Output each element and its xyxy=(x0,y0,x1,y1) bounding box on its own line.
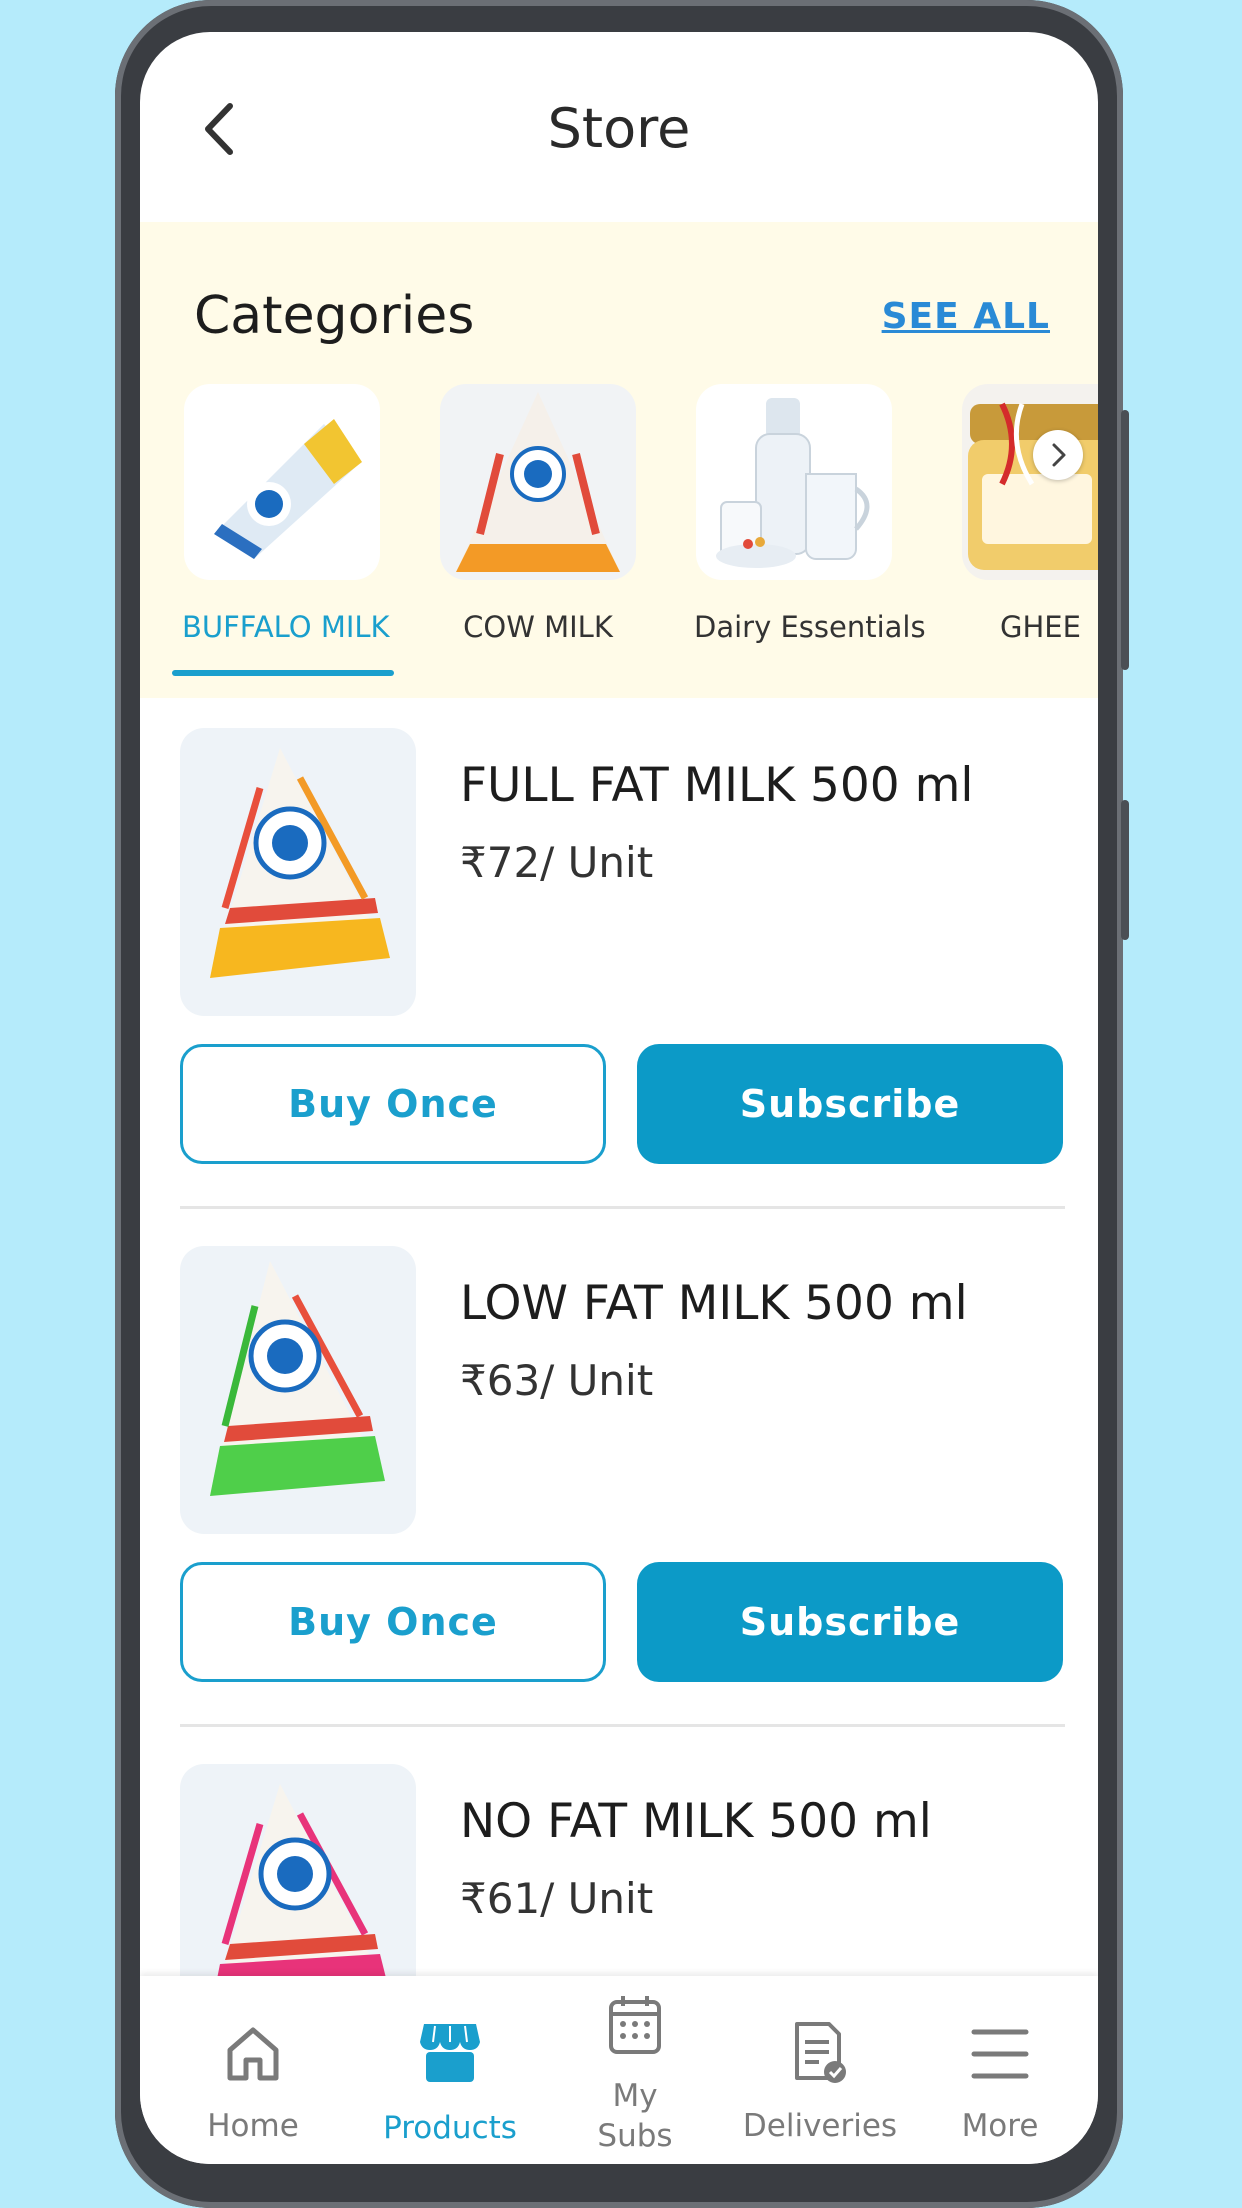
home-icon xyxy=(227,2027,279,2081)
product-price: ₹61/ Unit xyxy=(460,1874,654,1923)
store-icon xyxy=(420,2024,480,2082)
category-image xyxy=(440,384,636,580)
buy-once-button[interactable]: Buy Once xyxy=(180,1044,606,1164)
nav-more[interactable]: More xyxy=(920,1976,1080,2164)
divider xyxy=(180,1206,1065,1209)
nav-deliveries[interactable]: Deliveries xyxy=(730,1976,910,2164)
product-name: FULL FAT MILK 500 ml xyxy=(460,758,974,813)
subscribe-button[interactable]: Subscribe xyxy=(637,1044,1063,1164)
categories-section: Categories SEE ALL BUFFALO MILK COW MILK… xyxy=(140,222,1098,698)
active-category-indicator xyxy=(172,670,394,676)
scroll-next-button[interactable] xyxy=(1033,430,1083,480)
nav-label: Deliveries xyxy=(742,2108,898,2144)
menu-icon xyxy=(971,2029,1029,2079)
see-all-link[interactable]: SEE ALL xyxy=(882,296,1050,337)
subscribe-button[interactable]: Subscribe xyxy=(637,1562,1063,1682)
nav-home[interactable]: Home xyxy=(170,1976,336,2164)
categories-title: Categories xyxy=(194,286,475,346)
category-cow-milk[interactable]: COW MILK xyxy=(438,384,638,644)
product-price: ₹63/ Unit xyxy=(460,1356,654,1405)
nav-label: My Subs xyxy=(597,2078,673,2154)
category-label: BUFFALO MILK xyxy=(182,610,390,644)
buy-once-button[interactable]: Buy Once xyxy=(180,1562,606,1682)
product-image[interactable] xyxy=(180,1246,416,1534)
top-bar: Store xyxy=(140,32,1098,222)
divider xyxy=(180,1724,1065,1727)
product-image[interactable] xyxy=(180,728,416,1016)
category-dairy-essentials[interactable]: Dairy Essentials xyxy=(694,384,926,644)
delivery-list-icon xyxy=(795,2022,846,2083)
power-button xyxy=(1121,800,1129,940)
nav-label: Home xyxy=(207,2108,299,2144)
calendar-icon xyxy=(609,1996,661,2054)
product-name: NO FAT MILK 500 ml xyxy=(460,1794,932,1849)
nav-label: More xyxy=(961,2108,1039,2144)
product-name: LOW FAT MILK 500 ml xyxy=(460,1276,968,1331)
category-image xyxy=(962,384,1098,580)
product-price: ₹72/ Unit xyxy=(460,838,654,887)
nav-label: Products xyxy=(383,2110,517,2146)
category-label: GHEE xyxy=(1000,610,1081,644)
category-buffalo-milk[interactable]: BUFFALO MILK xyxy=(182,384,390,644)
app-screen: Store Categories SEE ALL BUFFALO MILK CO… xyxy=(140,32,1098,2164)
volume-button xyxy=(1121,410,1129,670)
nav-products[interactable]: Products xyxy=(362,1976,538,2164)
category-label: COW MILK xyxy=(463,610,613,644)
nav-my-subs[interactable]: My Subs xyxy=(560,1976,710,2164)
category-ghee[interactable]: GHEE xyxy=(960,384,1098,644)
chevron-right-icon xyxy=(1052,443,1066,467)
category-image xyxy=(184,384,380,580)
page-title: Store xyxy=(547,97,691,160)
category-image xyxy=(696,384,892,580)
category-label: Dairy Essentials xyxy=(694,610,926,644)
bottom-navigation: Home Products My Subs Deliveries More xyxy=(140,1976,1098,2164)
